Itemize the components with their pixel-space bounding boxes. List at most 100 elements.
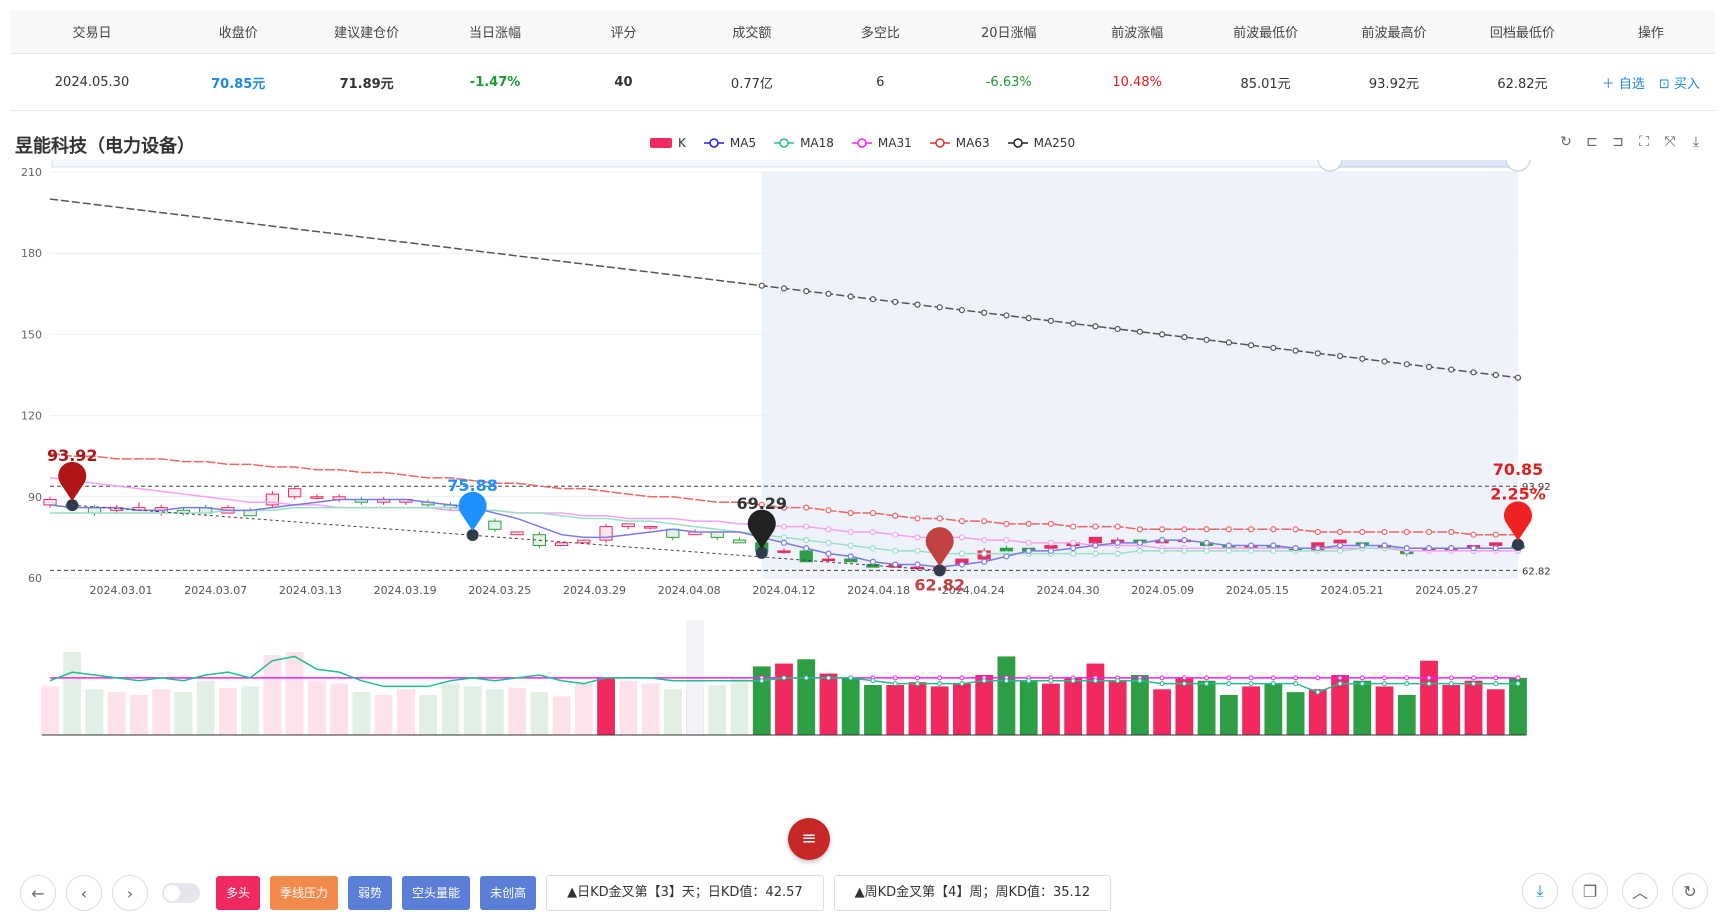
ma5-line-point [892,561,899,568]
volume-ma-short-point [1493,681,1499,687]
next-icon[interactable]: › [112,875,148,911]
ma31-line-point [847,528,854,536]
ma63-line-point [1181,526,1188,533]
ma5-line-point [914,561,921,568]
header-prev-low: 前波最低价 [1233,26,1299,41]
buy-button[interactable]: ⊡ 买入 [1659,73,1700,92]
volume-bar [930,686,949,735]
volume-bar [241,686,260,735]
refresh-button-icon[interactable]: ↻ [1672,873,1708,909]
legend-label: K [678,136,686,150]
volume-bar [396,689,415,735]
ma5-line-point [1225,542,1232,549]
tag-season-pressure[interactable]: 季线压力 [270,876,339,910]
tag-bear-volume[interactable]: 空头量能 [402,876,471,910]
back-arrow-icon[interactable]: ← [20,875,56,911]
volume-bar [1064,677,1083,735]
add-watchlist-button[interactable]: ＋ 自选 [1602,73,1645,92]
ma63-line-point [803,504,810,511]
copy-icon[interactable]: ❐ [1572,873,1608,909]
ma5-line-point [1181,537,1188,544]
ma250-line-point [1336,352,1344,360]
volume-ma-long-point [892,675,898,681]
ma5-line-point [1070,545,1077,552]
ma250-line-point [1203,336,1210,343]
volume-bar [574,683,593,735]
volume-ma-short-point [1515,681,1521,687]
table-row: 2024.05.30 70.85元 71.89元 -1.47% 40 0.77亿… [10,54,1715,111]
y-tick-label: 180 [21,247,42,260]
volume-bar [1086,663,1105,735]
volume-ma-short-point [870,678,876,684]
right-tools: ⤓ ❐ ︿ ↻ [1522,873,1708,909]
ma63-line-point [1448,528,1455,536]
volume-ma-long-point [1359,675,1365,681]
volume-bar [63,652,82,735]
ma5-line-point [1359,542,1366,549]
ma63-line-point [958,518,966,525]
zoom-area-icon[interactable]: ⊏ [1584,134,1600,150]
zoom-reset-icon[interactable]: ⊐ [1610,134,1626,150]
ma63-line-point [1336,528,1344,536]
ma250-line-point [1047,317,1055,324]
x-tick-label: 2024.04.08 [658,584,721,597]
ma250-line-point [1314,350,1321,357]
menu-fab-button[interactable]: ≡ [788,818,830,860]
candle-body [1489,542,1503,547]
ma5-line-point [1136,539,1143,546]
legend-item-k[interactable]: K [650,136,686,150]
header-chg20: 20日涨幅 [980,26,1037,41]
volume-ma-long-point [1248,675,1254,681]
legend-item-ma31[interactable]: MA31 [851,136,912,150]
restore-icon[interactable]: ⤧ [1662,134,1678,150]
candle-body [643,526,658,529]
tag-weak[interactable]: 弱势 [348,876,393,910]
ma5-line-point [1247,542,1255,549]
legend-item-ma63[interactable]: MA63 [929,136,990,150]
legend-item-ma250[interactable]: MA250 [1007,136,1075,150]
volume-bar [886,685,905,735]
header-score: 评分 [610,26,637,41]
volume-bar [485,689,504,735]
download-icon[interactable]: ⤓ [1688,134,1704,150]
legend-item-ma5[interactable]: MA5 [703,136,756,150]
refresh-icon[interactable]: ↻ [1558,134,1574,150]
volume-ma-short-point [1226,681,1232,687]
chart-legend: K MA5 MA18 MA31 MA63 MA250 [650,136,1075,150]
candle-body [732,539,747,544]
cell-close: 70.85元 [211,76,266,92]
x-tick-label: 2024.03.13 [279,584,342,597]
y-tick-label: 60 [28,572,42,585]
tag-bull[interactable]: 多头 [216,876,261,910]
volume-ma-short-point [759,678,765,684]
volume-ma-long-point [1204,675,1210,681]
ma250-line-point [1025,315,1032,322]
ma5-line-point [780,539,788,546]
scroll-top-icon[interactable]: ︿ [1622,873,1658,909]
legend-item-ma18[interactable]: MA18 [774,136,834,150]
volume-bar [619,680,638,735]
ma5-line-point [1114,539,1121,546]
ma18-line-point [1092,550,1099,557]
ma18-line-point [1114,550,1121,557]
tag-no-new-high[interactable]: 未创高 [480,876,537,910]
volume-ma-short-point [825,675,831,681]
toggle-switch[interactable] [162,883,200,903]
header-operation: 操作 [1637,26,1664,41]
ma250-line-point [936,304,943,311]
ma5-line-point [1203,539,1210,546]
prev-icon[interactable]: ‹ [66,875,102,911]
download-button-icon[interactable]: ⤓ [1522,873,1558,909]
volume-ma-long-point [1226,675,1232,681]
volume-bar [374,695,393,735]
volume-bar [441,683,460,735]
ma18-line-point [1136,547,1143,555]
ma5-line-point [869,558,877,565]
candle-body [999,547,1014,552]
cell-pullback-low: 62.82元 [1497,76,1548,92]
ma250-line-point [1225,339,1232,346]
volume-ma-short-point [959,681,965,687]
volume-ma-short-point [1471,681,1477,687]
fullscreen-icon[interactable]: ⛶ [1636,134,1652,150]
volume-bar [908,682,927,735]
